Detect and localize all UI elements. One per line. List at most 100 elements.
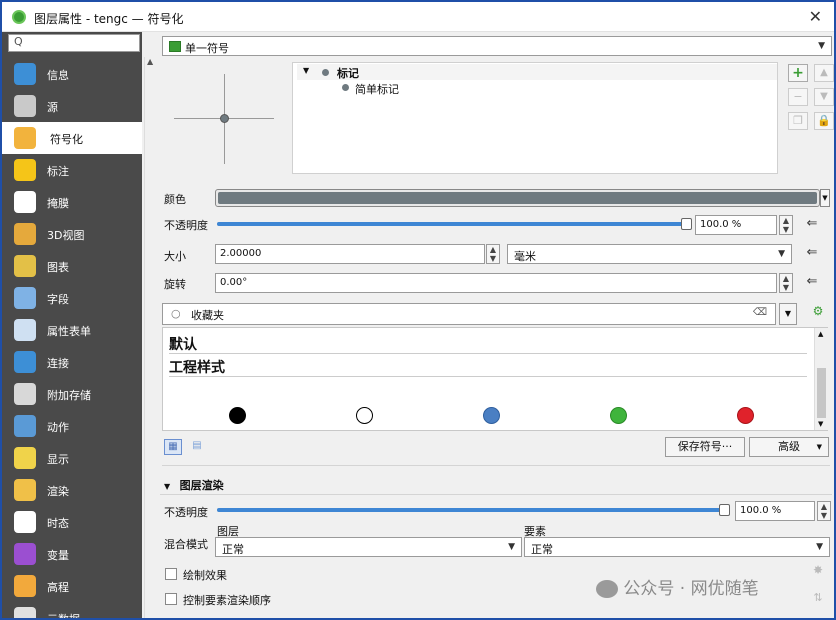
icon-view-toggle[interactable]: ▦ (164, 439, 182, 455)
layer-opacity-value-input[interactable]: 100.0 % (735, 501, 815, 521)
tree-item-marker[interactable]: ▼ 标记 (297, 64, 777, 80)
aux-storage-icon (14, 383, 36, 405)
list-view-toggle[interactable]: ▤ (188, 439, 206, 455)
order-settings-icon[interactable]: ⇅ (808, 591, 828, 611)
library-symbol-blue-dot[interactable] (483, 407, 500, 424)
sidebar-item-joins[interactable]: 连接 (2, 346, 142, 378)
opacity-value-input[interactable]: 100.0 % (695, 215, 777, 235)
sidebar-search-input[interactable]: Q (8, 34, 140, 52)
sidebar-item-label: 附加存储 (47, 389, 91, 402)
control-order-checkbox[interactable] (165, 593, 177, 605)
size-input[interactable]: 2.00000 (215, 244, 485, 264)
advanced-button[interactable]: 高级 ▼ (749, 437, 829, 457)
clear-search-icon[interactable]: ⌫ (753, 307, 767, 318)
feature-blend-select[interactable]: 正常 ▼ (524, 537, 830, 557)
library-symbol-red-dot[interactable] (737, 407, 754, 424)
close-icon[interactable]: ✕ (809, 7, 822, 26)
sidebar-item-3d-view[interactable]: 3D视图 (2, 218, 142, 250)
color-swatch (218, 192, 817, 204)
data-defined-override-icon[interactable]: ⇐ (802, 245, 822, 263)
labels-icon (14, 159, 36, 181)
sidebar-item-source[interactable]: 源 (2, 90, 142, 122)
style-manager-icon[interactable]: ⚙ (808, 304, 828, 324)
rotation-input[interactable]: 0.00° (215, 273, 777, 293)
opacity-label: 不透明度 (164, 219, 208, 232)
opacity-value-text: 100.0 % (700, 219, 742, 230)
draw-effects-checkbox[interactable] (165, 568, 177, 580)
sidebar-item-rendering[interactable]: 渲染 (2, 474, 142, 506)
layer-blend-value: 正常 (222, 543, 244, 556)
remove-symbol-layer-button[interactable]: − (788, 88, 808, 106)
opacity-slider-handle[interactable] (681, 218, 692, 230)
layer-blend-select[interactable]: 正常 ▼ (215, 537, 522, 557)
color-menu-dropdown[interactable]: ▼ (820, 189, 830, 207)
size-unit-select[interactable]: 毫米 ▼ (507, 244, 792, 264)
tree-toggle-icon[interactable]: ▼ (303, 66, 309, 75)
library-scrollbar[interactable]: ▲ ▼ (814, 328, 828, 430)
scroll-up-icon[interactable]: ▲ (818, 330, 823, 338)
library-symbol-black-dot[interactable] (229, 407, 246, 424)
sidebar-item-label: 源 (47, 101, 58, 114)
sidebar-item-metadata[interactable]: 元数据 (2, 602, 142, 620)
sidebar-item-label: 变量 (47, 549, 69, 562)
sidebar-item-labels[interactable]: 标注 (2, 154, 142, 186)
duplicate-button[interactable]: ❐ (788, 112, 808, 130)
scroll-down-icon[interactable]: ▼ (818, 420, 823, 428)
data-defined-override-icon[interactable]: ⇐ (802, 274, 822, 292)
library-symbol-white-dot[interactable] (356, 407, 373, 424)
sidebar-item-attribute-form[interactable]: 属性表单 (2, 314, 142, 346)
layer-opacity-slider[interactable] (217, 508, 727, 512)
layer-rendering-header[interactable]: ▼ 图层渲染 (164, 477, 224, 493)
color-label: 颜色 (164, 193, 186, 206)
group-label-default: 默认 (169, 337, 197, 353)
opacity-spinner[interactable]: ▲ ▼ (779, 215, 793, 235)
layer-rendering-title: 图层渲染 (179, 479, 224, 492)
size-spinner[interactable]: ▲ ▼ (486, 244, 500, 264)
move-up-button[interactable]: ▲ (814, 64, 834, 82)
scroll-thumb[interactable] (817, 368, 826, 418)
chevron-down-icon: ▼ (508, 542, 515, 552)
symbol-layer-tree: ▼ 标记 简单标记 (292, 62, 778, 174)
rotation-spinner[interactable]: ▲ ▼ (779, 273, 793, 293)
library-filter-dropdown[interactable]: ▼ (779, 303, 797, 325)
add-symbol-layer-button[interactable]: + (788, 64, 808, 82)
move-down-button[interactable]: ▼ (814, 88, 834, 106)
sidebar-item-label: 显示 (47, 453, 69, 466)
search-icon: Q (14, 35, 23, 48)
scroll-up-icon[interactable]: ▲ (147, 57, 153, 66)
sidebar-item-diagrams[interactable]: 图表 (2, 250, 142, 282)
library-search-input[interactable]: ○ 收藏夹 ⌫ (162, 303, 776, 325)
sidebar-item-fields[interactable]: 字段 (2, 282, 142, 314)
library-symbol-green-dot[interactable] (610, 407, 627, 424)
sidebar-item-display[interactable]: 显示 (2, 442, 142, 474)
lock-icon[interactable]: 🔒 (814, 112, 834, 130)
sidebar-item-label: 时态 (47, 517, 69, 530)
sidebar-item-mask[interactable]: 掩膜 (2, 186, 142, 218)
blend-mode-label: 混合模式 (164, 538, 208, 551)
source-icon (14, 95, 36, 117)
effects-settings-icon[interactable]: ✸ (808, 563, 828, 583)
save-symbol-button[interactable]: 保存符号··· (665, 437, 745, 457)
sidebar-item-label: 元数据 (47, 613, 80, 620)
sidebar-item-label: 信息 (47, 69, 69, 82)
color-button[interactable] (215, 189, 820, 207)
display-icon (14, 447, 36, 469)
sidebar-item-actions[interactable]: 动作 (2, 410, 142, 442)
info-icon (14, 63, 36, 85)
sidebar-item-elevation[interactable]: 高程 (2, 570, 142, 602)
main-scrollbar[interactable]: ▲ (144, 57, 158, 618)
library-group-default[interactable]: 默认 (169, 332, 807, 354)
sidebar-item-symbology[interactable]: 符号化 (2, 122, 142, 154)
layer-opacity-slider-handle[interactable] (719, 504, 730, 516)
library-group-project[interactable]: 工程样式 (169, 355, 807, 377)
sidebar-item-temporal[interactable]: 时态 (2, 506, 142, 538)
data-defined-override-icon[interactable]: ⇐ (802, 216, 822, 234)
tree-item-simple-marker[interactable]: 简单标记 (297, 80, 777, 96)
sidebar-item-info[interactable]: 信息 (2, 58, 142, 90)
layer-opacity-spinner[interactable]: ▲ ▼ (817, 501, 831, 521)
sidebar-item-variables[interactable]: 变量 (2, 538, 142, 570)
opacity-slider[interactable] (217, 222, 687, 226)
collapse-icon[interactable]: ▼ (164, 482, 170, 491)
renderer-select[interactable]: 单一符号 ▼ (162, 36, 832, 56)
sidebar-item-aux-storage[interactable]: 附加存储 (2, 378, 142, 410)
